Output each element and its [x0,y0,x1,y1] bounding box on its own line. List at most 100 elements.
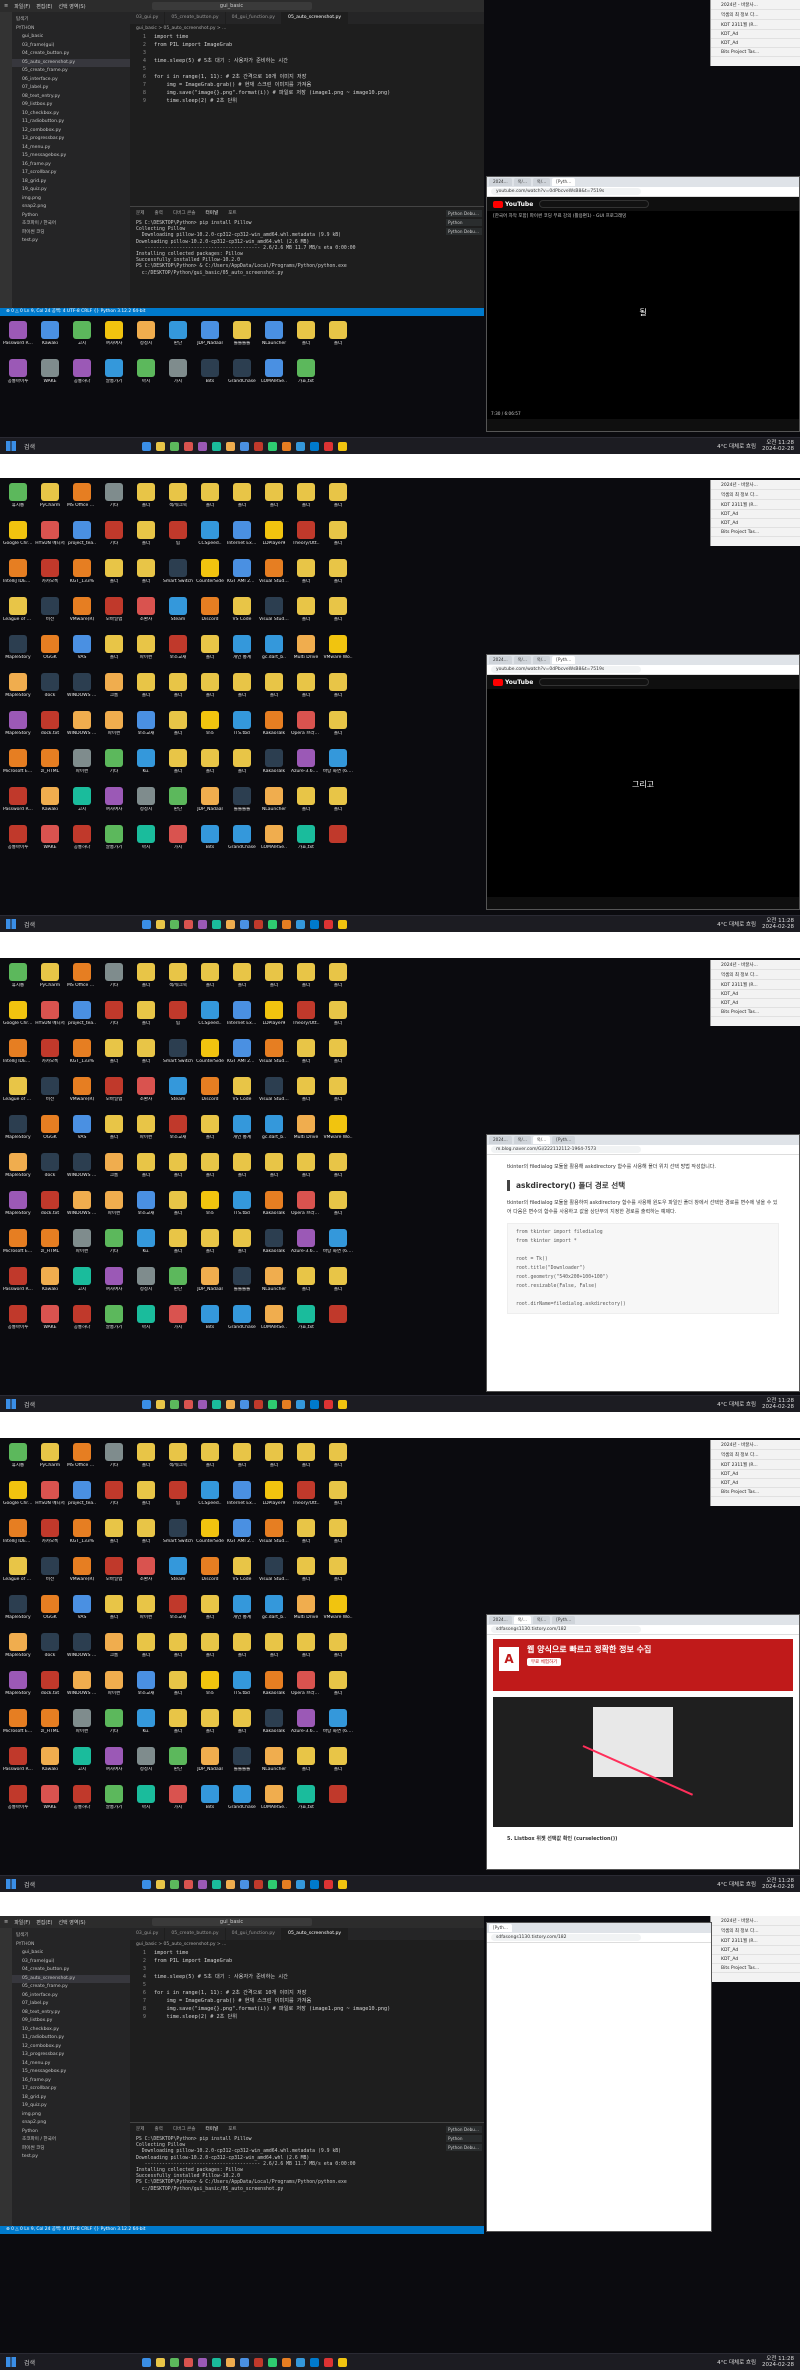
desktop-icon[interactable]: 폴더 [322,518,354,556]
desktop-icon[interactable]: 폴더 [194,1706,226,1744]
desktop-icon[interactable]: IntelliJ IDEA Commun.. [2,556,34,594]
explorer-file[interactable]: 10_checkbox.py [12,110,130,119]
desktop-icon[interactable]: 폴더 [162,1668,194,1706]
desktop-icon[interactable]: NLauncher [258,1264,290,1302]
desktop-icon[interactable]: 보조교재 [130,708,162,746]
desktop-icon[interactable]: 폴더 [322,556,354,594]
taskbar-app-icon[interactable] [142,441,151,451]
window-list-item[interactable]: KDT_Ad [711,1479,800,1488]
explorer-file[interactable]: 16_frame.py [12,161,130,170]
desktop-icon[interactable]: 기타 [98,1226,130,1264]
desktop-icon[interactable]: 폴더 [98,632,130,670]
desktop-icon[interactable]: VAS [66,1592,98,1630]
taskbar-app-icon[interactable] [156,441,165,451]
explorer-file[interactable]: img.png [12,2111,130,2120]
desktop-icon[interactable]: Microsoft Edge [2,746,34,784]
taskbar-search[interactable]: 검색 [24,920,134,929]
desktop-icon[interactable]: 카카오톡 [34,1516,66,1554]
desktop-icon[interactable]: 폴더 [290,1440,322,1478]
desktop-icon[interactable]: KakaoTalk [258,1706,290,1744]
desktop-icon[interactable]: 휴지통 [2,1440,34,1478]
desktop-icon[interactable]: 폴더 [130,1478,162,1516]
desktop-icon[interactable]: 보조 [194,708,226,746]
explorer-file[interactable]: 05_auto_screenshot.py [12,58,130,67]
desktop-icon[interactable]: 폴더 [290,1074,322,1112]
browser-tab-active[interactable]: 목/... [532,1136,551,1144]
explorer-file[interactable]: 08_text_entry.py [12,93,130,102]
explorer-file[interactable]: 13_progressbar.py [12,2051,130,2060]
desktop-icon[interactable]: dock [34,1150,66,1188]
desktop-icon[interactable]: 고시 [66,318,98,356]
desktop-icon[interactable]: VAS [66,1112,98,1150]
window-list-item[interactable]: 먹셈의 최 정보 다... [711,1926,800,1936]
desktop-icon[interactable]: KakaoTalk [258,1188,290,1226]
desktop-icon[interactable]: project_tea.. [66,518,98,556]
desktop-icon[interactable]: Google Chrome [2,518,34,556]
window-list-item[interactable]: KDT_Ad [711,990,800,999]
address-bar[interactable]: m.blog.naver.com/Gi/222112112-1964-7573 [487,1145,799,1155]
desktop-icon[interactable]: HYSUN 메니저 [34,1478,66,1516]
window-list-item[interactable]: KDT_Ad [711,30,800,39]
desktop-icon[interactable]: 폴더 [130,556,162,594]
taskbar-app-icon[interactable] [296,441,305,451]
desktop-icon[interactable]: Theory/Ott.. [290,1478,322,1516]
taskbar-app-icon[interactable] [198,1399,207,1409]
desktop-icon[interactable]: League of Legends [2,1554,34,1592]
taskbar-app-icon[interactable] [212,1879,221,1889]
desktop-icon[interactable]: 휴지통 [2,960,34,998]
desktop-icon[interactable]: 보조교재 [162,1592,194,1630]
code-editor[interactable]: 1 import time 2 from PIL import ImageGrab 3 4… [130,1949,480,2039]
command-center[interactable]: gui_basic [151,1918,312,1926]
desktop-icon[interactable]: 기타 [98,480,130,518]
taskbar-app-icon[interactable] [338,919,347,929]
desktop-icon[interactable]: 폴더 [226,1630,258,1668]
browser-tab-active[interactable]: [Pyth... [552,178,576,186]
desktop-icon[interactable]: 폴더 [290,1554,322,1592]
desktop-icon[interactable]: 기타 [98,1440,130,1478]
desktop-icon[interactable]: 폴더 [162,1226,194,1264]
desktop-icon[interactable]: VMware Wo.. [322,1112,354,1150]
desktop-icon[interactable]: WAKE [34,822,66,860]
desktop-icon[interactable]: 보조 [194,1668,226,1706]
address-bar[interactable]: youtube.com/watch?v=0dPbcveWsB8&t=7519s [487,665,799,675]
terminal-item[interactable]: Python [446,2135,482,2142]
desktop-icon[interactable]: 폴더 [322,1554,354,1592]
desktop-icon[interactable]: 보조 [194,1188,226,1226]
explorer-file[interactable]: 18_grid.py [12,2094,130,2103]
desktop-icon[interactable]: 폴더 [322,1630,354,1668]
taskbar-app-icon[interactable] [170,1399,179,1409]
terminal-item[interactable]: Python Debu... [446,2144,482,2151]
taskbar-app-icon[interactable] [338,1399,347,1409]
desktop-icon[interactable]: 롤롤롤롤 [226,1264,258,1302]
desktop-icon[interactable]: 팁 [162,998,194,1036]
desktop-icon[interactable]: 고시 [66,1264,98,1302]
explorer-file[interactable]: 14_menu.py [12,2060,130,2069]
desktop-icon[interactable]: 파이썬 [98,708,130,746]
desktop-icon[interactable]: 가지 [162,1302,194,1340]
desktop-icon[interactable]: 판단 [162,1744,194,1782]
taskbar-app-icon[interactable] [296,2357,305,2367]
desktop-icon[interactable]: 아치 [130,1302,162,1340]
desktop-icon[interactable]: Multi Drive [290,1592,322,1630]
explorer-file[interactable]: 03_frame(gui) [12,1958,130,1967]
desktop-icon[interactable]: 폴더 [290,1264,322,1302]
desktop-icon[interactable]: IntelliJ IDEA Commun.. [2,1036,34,1074]
desktop-icon[interactable]: Opera 브라우저 [290,708,322,746]
desktop-icon[interactable]: 폴더 [226,960,258,998]
taskbar-app-icon[interactable] [184,1879,193,1889]
desktop-icon[interactable]: project_tea.. [66,1478,98,1516]
browser-tab[interactable]: 2024... [489,656,512,664]
desktop-icon[interactable]: 정정치 [130,1744,162,1782]
taskbar-app-icon[interactable] [338,1879,347,1889]
desktop-icon[interactable]: 폴더 [194,1226,226,1264]
browser-tab[interactable]: 2024... [489,1136,512,1144]
explorer-file[interactable]: img.png [12,195,130,204]
desktop-icon[interactable]: WINDOWS 8A [66,1668,98,1706]
browser-tab[interactable]: 목/... [513,178,531,186]
desktop-icon[interactable]: 폴더 [162,1150,194,1188]
explorer-file[interactable]: 06_interface.py [12,76,130,85]
desktop-icon[interactable]: Azure-3.6.exe [290,1706,322,1744]
explorer-file[interactable]: 17_scrollbar.py [12,2085,130,2094]
window-list-item[interactable]: KDT 2311월 (R... [711,500,800,510]
desktop-icon[interactable]: 폴더 [194,1440,226,1478]
